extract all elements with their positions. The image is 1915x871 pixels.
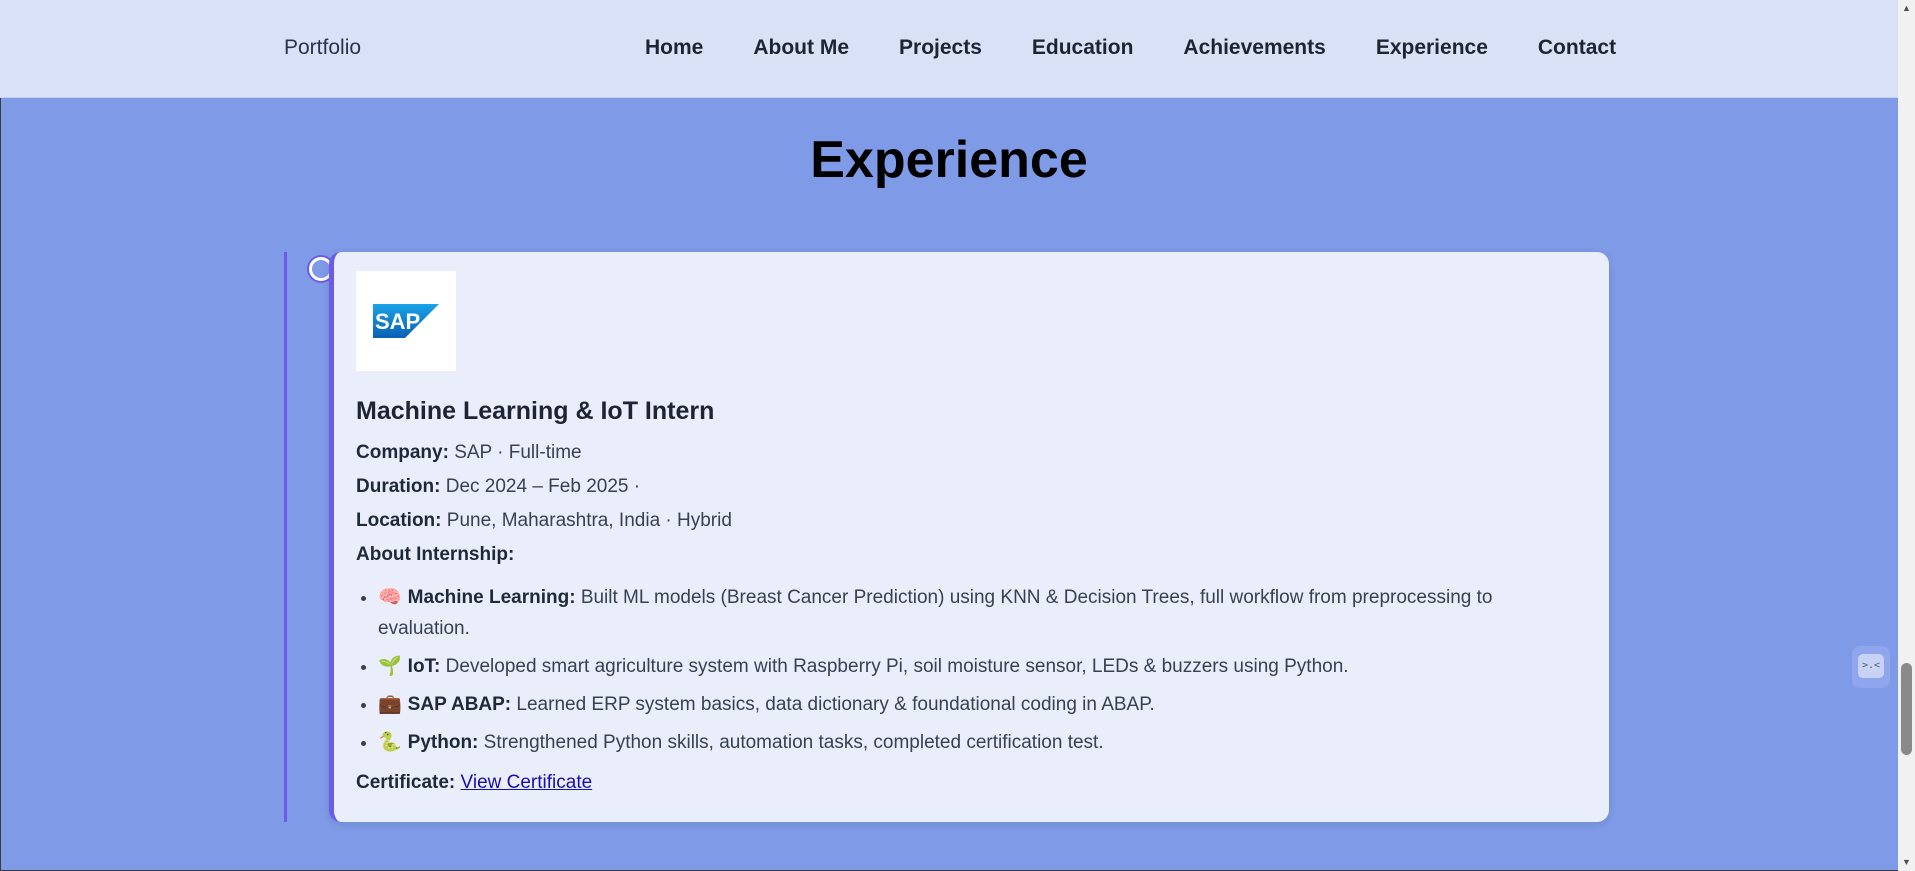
company-value: SAP · Full-time xyxy=(454,442,582,463)
sap-logo-icon: SAP xyxy=(373,304,439,338)
view-certificate-link[interactable]: View Certificate xyxy=(461,772,593,793)
nav-link-education[interactable]: Education xyxy=(1032,36,1134,60)
nav-links: Home About Me Projects Education Achieve… xyxy=(645,36,1616,60)
floating-widget-button[interactable]: >.< xyxy=(1852,646,1890,688)
list-item: 🐍Python: Strengthened Python skills, aut… xyxy=(378,727,1578,758)
nav-link-contact[interactable]: Contact xyxy=(1538,36,1616,60)
list-item: 🌱IoT: Developed smart agriculture system… xyxy=(378,651,1578,682)
nav-link-experience[interactable]: Experience xyxy=(1376,36,1488,60)
internship-points-list: 🧠Machine Learning: Built ML models (Brea… xyxy=(356,582,1578,765)
scroll-up-arrow-icon[interactable]: ▲ xyxy=(1898,0,1915,17)
list-item: 💼SAP ABAP: Learned ERP system basics, da… xyxy=(378,689,1578,720)
point-title: IoT: xyxy=(407,656,441,677)
point-title: SAP ABAP: xyxy=(407,694,512,715)
duration-line: Duration: Dec 2024 – Feb 2025 · xyxy=(356,476,640,498)
company-line: Company: SAP · Full-time xyxy=(356,442,582,464)
vertical-scrollbar[interactable]: ▲ ▼ xyxy=(1898,0,1915,871)
timeline-line xyxy=(284,252,287,822)
point-text: Strengthened Python skills, automation t… xyxy=(483,732,1104,753)
role-title: Machine Learning & IoT Intern xyxy=(356,397,715,425)
about-internship-label: About Internship: xyxy=(356,544,515,565)
top-navbar: Portfolio Home About Me Projects Educati… xyxy=(0,0,1898,98)
location-value: Pune, Maharashtra, India · Hybrid xyxy=(446,510,732,531)
list-item: 🧠Machine Learning: Built ML models (Brea… xyxy=(378,582,1578,644)
point-title: Python: xyxy=(407,732,479,753)
scroll-down-arrow-icon[interactable]: ▼ xyxy=(1898,854,1915,871)
brain-icon: 🧠 xyxy=(378,586,402,608)
point-title: Machine Learning: xyxy=(407,587,576,608)
nav-link-projects[interactable]: Projects xyxy=(899,36,982,60)
point-text: Learned ERP system basics, data dictiona… xyxy=(516,694,1155,715)
location-label: Location: xyxy=(356,510,442,531)
brand-logo-text[interactable]: Portfolio xyxy=(284,36,361,60)
seedling-icon: 🌱 xyxy=(378,655,402,677)
company-logo: SAP xyxy=(356,271,456,371)
duration-value: Dec 2024 – Feb 2025 · xyxy=(445,476,641,497)
experience-card: SAP Machine Learning & IoT Intern Compan… xyxy=(329,252,1609,822)
section-title: Experience xyxy=(810,131,1088,189)
widget-face-icon: >.< xyxy=(1858,654,1884,678)
certificate-label: Certificate: xyxy=(356,772,456,793)
company-label: Company: xyxy=(356,442,449,463)
duration-label: Duration: xyxy=(356,476,441,497)
sap-logo-text: SAP xyxy=(375,309,420,334)
snake-icon: 🐍 xyxy=(378,731,402,753)
location-line: Location: Pune, Maharashtra, India · Hyb… xyxy=(356,510,732,532)
nav-link-home[interactable]: Home xyxy=(645,36,703,60)
nav-link-achievements[interactable]: Achievements xyxy=(1183,36,1325,60)
briefcase-icon: 💼 xyxy=(378,693,402,715)
point-text: Developed smart agriculture system with … xyxy=(445,656,1349,677)
certificate-line: Certificate: View Certificate xyxy=(356,772,592,794)
nav-link-about-me[interactable]: About Me xyxy=(753,36,849,60)
scrollbar-thumb[interactable] xyxy=(1901,663,1912,755)
